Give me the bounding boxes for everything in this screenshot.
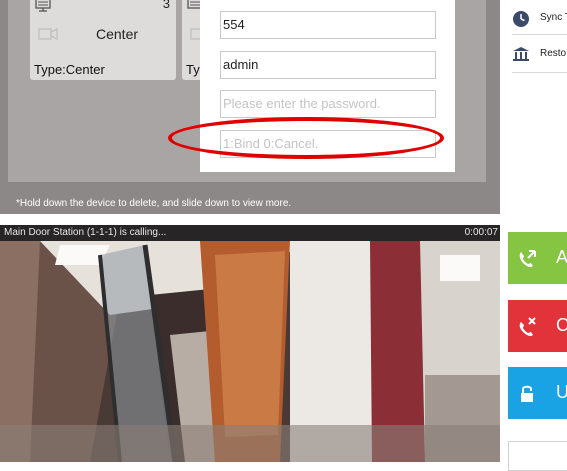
lock-icon bbox=[521, 385, 533, 402]
device-number: 3 bbox=[162, 0, 170, 11]
divider bbox=[512, 34, 567, 35]
answer-label: A bbox=[556, 247, 567, 267]
restore-label: Resto bbox=[540, 48, 567, 59]
add-device-dialog: 554 admin Please enter the password. 1:B… bbox=[200, 0, 455, 172]
divider bbox=[512, 72, 567, 73]
hang-up-label: C bbox=[556, 315, 567, 335]
hang-up-button[interactable]: C bbox=[508, 300, 567, 352]
monitor-icon bbox=[35, 0, 51, 12]
device-config-panel: 3 Center Type:Center Typ 554 admin Pleas… bbox=[0, 0, 500, 214]
unlock-label: U bbox=[556, 382, 567, 402]
call-actions: A C U bbox=[500, 214, 567, 471]
camera-icon bbox=[38, 28, 58, 40]
answer-button[interactable]: A bbox=[508, 232, 567, 284]
bank-icon bbox=[513, 47, 529, 61]
call-view: Main Door Station (1-1-1) is calling... … bbox=[0, 225, 500, 462]
phone-decline-icon bbox=[519, 317, 536, 336]
password-field[interactable]: Please enter the password. bbox=[220, 90, 436, 118]
door-camera-feed bbox=[0, 225, 500, 462]
device-card-center[interactable]: 3 Center Type:Center bbox=[30, 0, 176, 80]
sync-time-label: Sync T bbox=[540, 12, 567, 23]
call-status-bar: Main Door Station (1-1-1) is calling... … bbox=[0, 225, 500, 241]
device-name: Center bbox=[96, 26, 139, 42]
device-type: Type:Center bbox=[34, 62, 105, 77]
clock-icon bbox=[513, 11, 529, 27]
port-field[interactable]: 554 bbox=[220, 11, 436, 39]
call-timer: 0:00:07 bbox=[464, 227, 498, 238]
settings-list: Sync T Resto bbox=[500, 0, 567, 214]
extra-action-button[interactable] bbox=[508, 441, 567, 471]
unlock-button[interactable]: U bbox=[508, 367, 567, 419]
hint-text: *Hold down the device to delete, and sli… bbox=[16, 198, 292, 209]
phone-answer-icon bbox=[519, 250, 536, 267]
username-field[interactable]: admin bbox=[220, 51, 436, 79]
bind-option-field[interactable]: 1:Bind 0:Cancel. bbox=[220, 130, 436, 158]
caller-text: Main Door Station (1-1-1) is calling... bbox=[4, 227, 167, 238]
